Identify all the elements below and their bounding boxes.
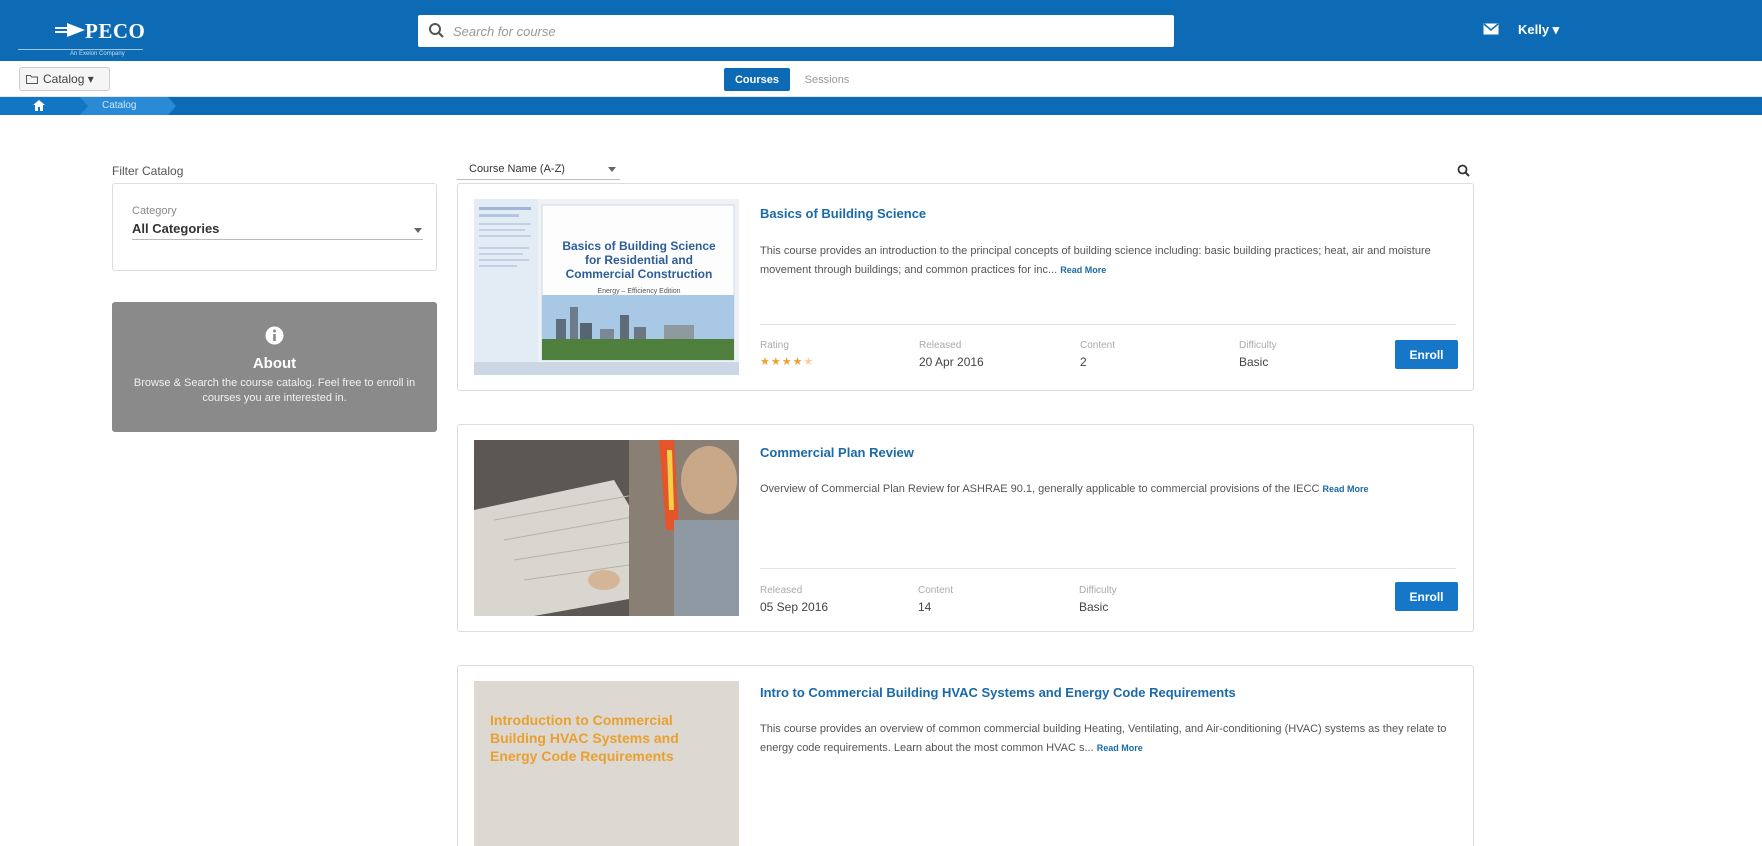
top-bar: PECO An Exelon Company Kelly ▾: [0, 0, 1762, 61]
content-meta: Content 2: [1080, 340, 1115, 369]
course-card: Basics of Building Science for Residenti…: [457, 183, 1474, 391]
course-description: Overview of Commercial Plan Review for A…: [760, 480, 1460, 499]
category-select[interactable]: All Categories: [132, 220, 423, 240]
about-panel: About Browse & Search the course catalog…: [112, 302, 437, 432]
enroll-button[interactable]: Enroll: [1395, 582, 1458, 611]
about-title: About: [252, 355, 297, 372]
peco-logo[interactable]: PECO An Exelon Company: [18, 10, 146, 57]
content-meta: Content 14: [918, 585, 953, 614]
tab-courses[interactable]: Courses: [724, 68, 790, 91]
difficulty-value: Basic: [1239, 355, 1269, 369]
content-value: 2: [1080, 355, 1087, 369]
course-card: Commercial Plan Review Overview of Comme…: [457, 424, 1474, 632]
logo-arrow-icon: [55, 23, 85, 37]
enroll-button[interactable]: Enroll: [1395, 340, 1458, 369]
course-card: Introduction to Commercial Building HVAC…: [457, 665, 1474, 846]
released-meta: Released 20 Apr 2016: [919, 340, 984, 369]
category-value: All Categories: [132, 221, 220, 236]
course-title[interactable]: Commercial Plan Review: [760, 445, 914, 460]
search-icon[interactable]: [1457, 164, 1470, 177]
course-description: This course provides an introduction to …: [760, 242, 1460, 280]
breadcrumb-current[interactable]: Catalog: [102, 100, 136, 111]
breadcrumb-home[interactable]: [0, 97, 90, 115]
rating-label: Rating: [760, 340, 789, 351]
rating-meta: Rating ★★★★★: [760, 340, 814, 368]
course-search[interactable]: [418, 15, 1174, 47]
course-title[interactable]: Intro to Commercial Building HVAC System…: [760, 685, 1236, 700]
tab-sessions[interactable]: Sessions: [796, 68, 858, 91]
card-separator: [760, 568, 1456, 569]
catalog-menu-button[interactable]: Catalog ▾: [19, 67, 110, 91]
read-more-link[interactable]: Read More: [1322, 484, 1368, 494]
difficulty-meta: Difficulty Basic: [1079, 585, 1117, 614]
course-cover-image: [474, 440, 739, 616]
released-value: 20 Apr 2016: [919, 355, 984, 369]
sort-select[interactable]: Course Name (A-Z): [457, 158, 620, 180]
read-more-link[interactable]: Read More: [1097, 743, 1143, 753]
sort-value: Course Name (A-Z): [469, 163, 565, 175]
difficulty-label: Difficulty: [1239, 340, 1277, 351]
cover-subtitle: Energy – Efficiency Edition: [597, 288, 681, 295]
logo-text: PECO: [85, 19, 146, 43]
content-label: Content: [918, 585, 954, 596]
filter-title: Filter Catalog: [112, 164, 184, 178]
home-icon[interactable]: [33, 100, 45, 111]
chevron-down-icon: [414, 228, 422, 233]
content-value: 14: [918, 600, 932, 614]
difficulty-value: Basic: [1079, 600, 1109, 614]
about-text: Browse & Search the course catalog. Feel…: [133, 377, 416, 404]
info-icon: [265, 326, 284, 345]
card-separator: [760, 324, 1456, 325]
cover-title: Basics of Building Science for Residenti…: [562, 239, 716, 281]
logo-subtext: An Exelon Company: [70, 51, 125, 57]
released-value: 05 Sep 2016: [760, 600, 829, 614]
folder-icon: [26, 75, 38, 84]
content-label: Content: [1080, 340, 1116, 351]
course-thumbnail[interactable]: [474, 440, 739, 616]
search-icon: [429, 23, 444, 38]
cover-title: Introduction to Commercial Building HVAC…: [490, 712, 679, 764]
catalog-menu-label: Catalog ▾: [43, 72, 94, 86]
chevron-down-icon: [608, 167, 616, 172]
user-menu[interactable]: Kelly ▾: [1518, 22, 1559, 38]
search-input[interactable]: [453, 15, 1153, 47]
course-description: This course provides an overview of comm…: [760, 720, 1460, 758]
released-label: Released: [919, 340, 962, 351]
released-label: Released: [760, 585, 803, 596]
course-description-text: Overview of Commercial Plan Review for A…: [760, 483, 1320, 495]
mail-icon[interactable]: [1483, 23, 1499, 35]
read-more-link[interactable]: Read More: [1060, 265, 1106, 275]
filter-panel: Category All Categories: [112, 183, 437, 271]
course-thumbnail[interactable]: Basics of Building Science for Residenti…: [474, 199, 739, 375]
rating-stars: ★★★★★: [760, 356, 815, 368]
difficulty-meta: Difficulty Basic: [1239, 340, 1277, 369]
breadcrumb: Catalog: [0, 97, 1762, 115]
course-cover-image: [474, 199, 739, 375]
difficulty-label: Difficulty: [1079, 585, 1117, 596]
category-label: Category: [132, 205, 177, 217]
course-title[interactable]: Basics of Building Science: [760, 206, 926, 221]
released-meta: Released 05 Sep 2016: [760, 585, 828, 614]
course-thumbnail[interactable]: Introduction to Commercial Building HVAC…: [474, 681, 739, 846]
nav-strip: Catalog ▾ Courses Sessions: [0, 61, 1762, 97]
